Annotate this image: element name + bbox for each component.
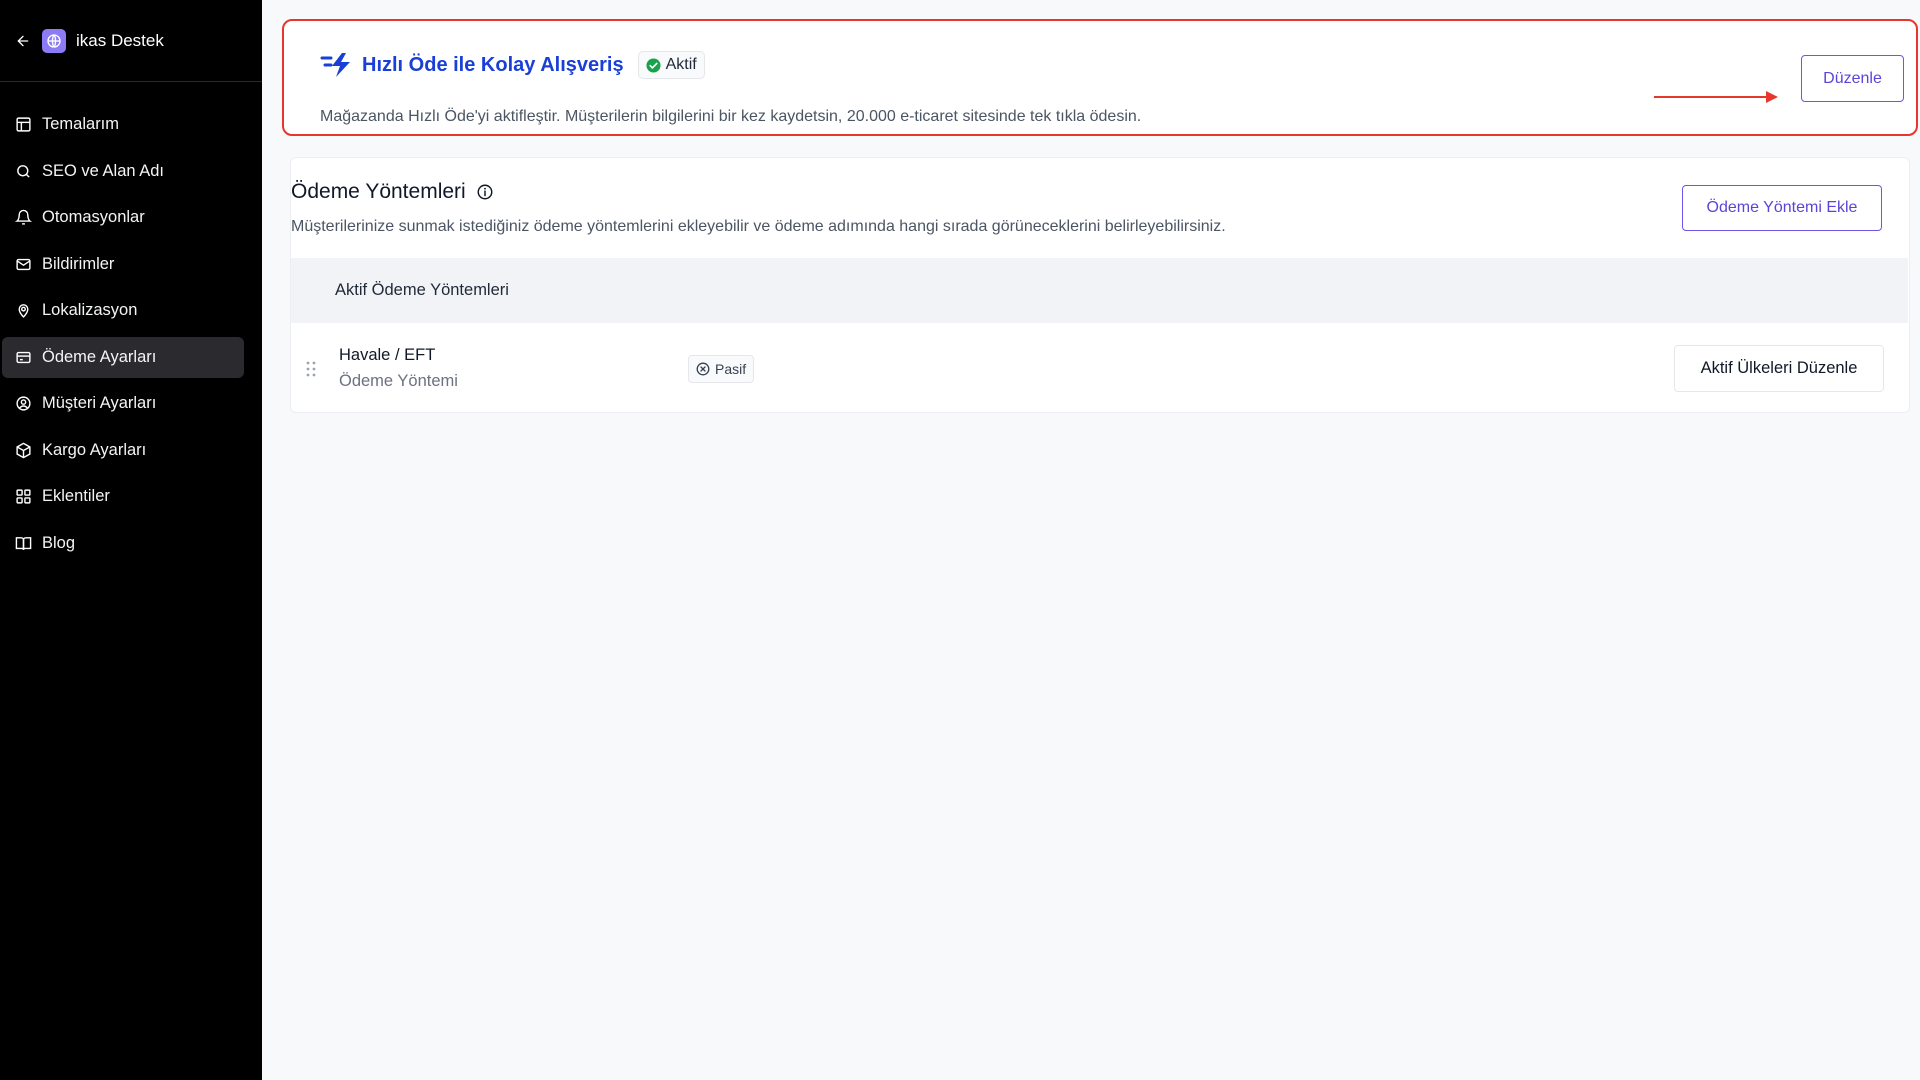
sidebar-item-seo[interactable]: SEO ve Alan Adı <box>2 151 244 192</box>
sidebar-item-odeme-ayarlari[interactable]: Ödeme Ayarları <box>2 336 244 378</box>
sidebar-item-label: SEO ve Alan Adı <box>42 161 164 180</box>
sidebar: ikas Destek Temalarım SEO ve Alan Adı Ot… <box>0 0 262 1080</box>
drag-handle-icon[interactable] <box>305 360 317 378</box>
sidebar-item-label: Blog <box>42 533 76 552</box>
promo-description: Mağazanda Hızlı Öde'yi aktifleştir. Müşt… <box>320 108 1142 125</box>
status-label: Pasif <box>715 361 747 377</box>
sidebar-item-bildirimler[interactable]: Bildirimler <box>2 244 244 285</box>
sidebar-item-label: Otomasyonlar <box>42 208 145 226</box>
sidebar-item-lokalizasyon[interactable]: Lokalizasyon <box>2 290 244 331</box>
book-icon <box>14 534 32 552</box>
promo-title-row: Hızlı Öde ile Kolay Alışveriş Aktif <box>320 51 705 79</box>
section-description: Müşterilerinize sunmak istediğiniz ödeme… <box>291 218 1226 235</box>
sidebar-item-musteri-ayarlari[interactable]: Müşteri Ayarları <box>2 383 244 424</box>
sidebar-nav: Temalarım SEO ve Alan Adı Otomasyonlar B… <box>0 104 262 564</box>
sidebar-item-label: Bildirimler <box>42 254 115 273</box>
sidebar-item-label: Temalarım <box>42 115 120 133</box>
sidebar-item-otomasyonlar[interactable]: Otomasyonlar <box>2 197 244 238</box>
info-icon[interactable] <box>476 183 494 201</box>
credit-card-icon <box>14 348 32 366</box>
mail-icon <box>14 255 32 273</box>
layout-icon <box>14 116 32 134</box>
bell-icon <box>14 209 32 227</box>
sidebar-item-temalarim[interactable]: Temalarım <box>2 104 244 145</box>
main-content: Hızlı Öde ile Kolay Alışveriş Aktif Mağa… <box>262 0 1920 1080</box>
sidebar-header: ikas Destek <box>0 0 262 82</box>
sidebar-item-label: Eklentiler <box>42 487 110 505</box>
hizli-ode-banner: Hızlı Öde ile Kolay Alışveriş Aktif Mağa… <box>282 19 1918 136</box>
arrow-left-icon[interactable] <box>14 32 32 50</box>
section-title: Ödeme Yöntemleri <box>291 180 494 204</box>
sidebar-item-label: Kargo Ayarları <box>42 440 147 459</box>
x-circle-icon <box>696 362 710 376</box>
status-badge: Aktif <box>637 51 705 79</box>
status-label: Aktif <box>665 56 697 73</box>
fast-bolt-icon <box>320 53 350 77</box>
map-pin-icon <box>14 302 32 320</box>
method-type: Ödeme Yöntemi <box>339 372 458 390</box>
promo-title: Hızlı Öde ile Kolay Alışveriş <box>362 53 624 76</box>
user-circle-icon <box>14 395 32 413</box>
sidebar-item-label: Ödeme Ayarları <box>42 347 157 366</box>
package-icon <box>14 441 32 459</box>
app-title: ikas Destek <box>76 30 164 50</box>
method-name: Havale / EFT <box>339 346 436 364</box>
sidebar-item-label: Müşteri Ayarları <box>42 394 157 412</box>
status-badge: Pasif <box>688 355 755 383</box>
sidebar-item-kargo-ayarlari[interactable]: Kargo Ayarları <box>2 430 244 471</box>
grid-icon <box>14 488 32 506</box>
search-icon <box>14 162 32 180</box>
check-circle-icon <box>646 57 661 73</box>
sidebar-item-label: Lokalizasyon <box>42 301 138 319</box>
arrow-right-icon <box>1654 91 1778 103</box>
add-payment-method-button[interactable]: Ödeme Yöntemi Ekle <box>1682 185 1882 231</box>
globe-icon <box>42 28 66 53</box>
active-methods-header: Aktif Ödeme Yöntemleri <box>291 258 1908 323</box>
edit-button[interactable]: Düzenle <box>1801 55 1904 102</box>
payment-method-row: Havale / EFT Ödeme Yöntemi Pasif Aktif Ü… <box>291 323 1908 413</box>
sidebar-item-blog[interactable]: Blog <box>2 523 244 564</box>
section-title-text: Ödeme Yöntemleri <box>291 180 466 203</box>
active-methods-header-label: Aktif Ödeme Yöntemleri <box>335 281 509 299</box>
sidebar-item-eklentiler[interactable]: Eklentiler <box>2 476 244 517</box>
edit-active-countries-button[interactable]: Aktif Ülkeleri Düzenle <box>1674 345 1884 392</box>
